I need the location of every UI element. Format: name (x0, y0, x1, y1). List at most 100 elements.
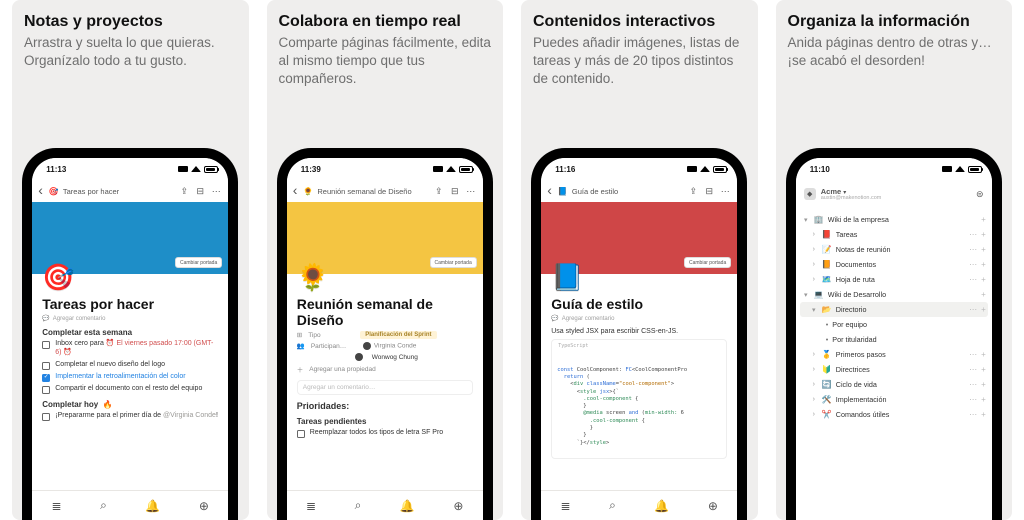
property-row-type[interactable]: ⊞Tipo Planificación del Sprint (297, 331, 473, 339)
more-icon[interactable]: ⋯ (719, 185, 731, 197)
tree-item[interactable]: › 🗺️ Hoja de ruta ⋯+ (800, 272, 988, 287)
todo-item[interactable]: Completar el nuevo diseño del logo (42, 361, 218, 370)
checkbox[interactable] (42, 386, 50, 394)
checkbox[interactable] (42, 413, 50, 421)
add-icon[interactable]: + (981, 350, 986, 359)
add-icon[interactable]: + (981, 245, 986, 254)
breadcrumb-title[interactable]: Guía de estilo (572, 187, 683, 196)
title-bar[interactable]: 🎯 Tareas por hacer ⇪ ⊟ ⋯ (32, 180, 228, 202)
add-comment-link[interactable]: 💬 Agregar comentario (551, 315, 727, 322)
more-icon[interactable]: ⋯ (969, 410, 977, 419)
add-icon[interactable]: + (981, 230, 986, 239)
add-comment-link[interactable]: 💬 Agregar comentario (42, 315, 218, 322)
comments-icon[interactable]: ⊟ (449, 185, 461, 197)
home-icon[interactable]: ≣ (52, 499, 62, 513)
checkbox[interactable] (42, 341, 50, 349)
home-icon[interactable]: ≣ (306, 499, 316, 513)
todo-item[interactable]: Implementar la retroalimentación del col… (42, 373, 218, 382)
more-icon[interactable]: ⋯ (969, 350, 977, 359)
code-block[interactable]: TypeScript const CoolComponent: FC<CoolC… (551, 339, 727, 459)
chevron-down-icon[interactable]: ▾ (810, 306, 818, 314)
breadcrumb-title[interactable]: Reunión semanal de Diseño (317, 187, 428, 196)
todo-item[interactable]: Compartir el documento con el resto del … (42, 385, 218, 394)
search-icon[interactable]: ⌕ (355, 498, 362, 513)
add-property-link[interactable]: ＋Agregar una propiedad (297, 364, 473, 374)
chevron-right-icon[interactable]: › (810, 276, 818, 283)
more-icon[interactable]: ⋯ (210, 185, 222, 197)
home-icon[interactable]: ≣ (561, 499, 571, 513)
change-cover-button[interactable]: Cambiar portada (684, 257, 731, 268)
add-icon[interactable]: + (981, 260, 986, 269)
tree-group[interactable]: ▾ 🏢 Wiki de la empresa + (800, 212, 988, 227)
more-icon[interactable]: ⋯ (969, 305, 977, 314)
more-icon[interactable]: ⋯ (969, 230, 977, 239)
tree-item[interactable]: › ✂️ Comandos útiles ⋯+ (800, 407, 988, 422)
share-icon[interactable]: ⇪ (178, 185, 190, 197)
participant-row[interactable]: Wonwog Chung (297, 353, 473, 361)
type-chip[interactable]: Planificación del Sprint (360, 331, 436, 339)
chevron-right-icon[interactable]: › (810, 411, 818, 418)
add-icon[interactable]: + (981, 290, 986, 299)
todo-item[interactable]: Reemplazar todos los tipos de letra SF P… (297, 429, 473, 438)
add-icon[interactable]: + (981, 410, 986, 419)
chevron-right-icon[interactable]: › (810, 261, 818, 268)
add-icon[interactable]: + (981, 275, 986, 284)
title-bar[interactable]: 🌻 Reunión semanal de Diseño ⇪ ⊟ ⋯ (287, 180, 483, 202)
checkbox[interactable] (297, 430, 305, 438)
checkbox[interactable] (42, 362, 50, 370)
breadcrumb-title[interactable]: Tareas por hacer (63, 187, 174, 196)
tree-subitem[interactable]: Por equipo (800, 317, 988, 332)
chevron-right-icon[interactable]: › (810, 396, 818, 403)
tree-group[interactable]: ▾ 💻 Wiki de Desarrollo + (800, 287, 988, 302)
more-icon[interactable]: ⋯ (969, 365, 977, 374)
chevron-down-icon[interactable]: ▾ (802, 291, 810, 299)
chevron-right-icon[interactable]: › (810, 351, 818, 358)
share-icon[interactable]: ⇪ (687, 185, 699, 197)
chevron-down-icon[interactable]: ▾ (802, 216, 810, 224)
notifications-icon[interactable]: 🔔 (145, 499, 160, 513)
page-emoji-icon[interactable]: 🌻 (297, 264, 329, 290)
chevron-right-icon[interactable]: › (810, 366, 818, 373)
search-icon[interactable]: ⌕ (100, 498, 107, 513)
more-icon[interactable]: ⋯ (969, 245, 977, 254)
tree-item[interactable]: › 🔄 Ciclo de vida ⋯+ (800, 377, 988, 392)
more-icon[interactable]: ⋯ (969, 275, 977, 284)
change-cover-button[interactable]: Cambiar portada (175, 257, 222, 268)
checkbox-checked[interactable] (42, 374, 50, 382)
tree-item-selected[interactable]: ▾ 📂 Directorio ⋯+ (800, 302, 988, 317)
notifications-icon[interactable]: 🔔 (654, 499, 669, 513)
chevron-right-icon[interactable]: › (810, 381, 818, 388)
new-page-icon[interactable]: ⊕ (453, 499, 463, 513)
add-icon[interactable]: + (981, 395, 986, 404)
cover-banner[interactable]: Cambiar portada 📘 (541, 202, 737, 274)
chevron-right-icon[interactable]: › (810, 231, 818, 238)
comment-input[interactable]: Agregar un comentario… (297, 380, 473, 395)
title-bar[interactable]: 📘 Guía de estilo ⇪ ⊟ ⋯ (541, 180, 737, 202)
tree-item[interactable]: › 📙 Documentos ⋯+ (800, 257, 988, 272)
tree-subitem[interactable]: Por titularidad (800, 332, 988, 347)
add-icon[interactable]: + (981, 305, 986, 314)
property-row-participants[interactable]: 👥Participan… Virginia Conde (297, 342, 473, 350)
new-page-icon[interactable]: ⊕ (708, 499, 718, 513)
tree-item[interactable]: › 📝 Notas de reunión ⋯+ (800, 242, 988, 257)
todo-item[interactable]: ¡Prepararme para el primer día de @Virgi… (42, 412, 218, 421)
comments-icon[interactable]: ⊟ (703, 185, 715, 197)
new-page-icon[interactable]: ⊕ (199, 499, 209, 513)
page-emoji-icon[interactable]: 📘 (551, 264, 583, 290)
more-icon[interactable]: ⋯ (969, 260, 977, 269)
chevron-right-icon[interactable]: › (810, 246, 818, 253)
add-icon[interactable]: + (981, 215, 986, 224)
add-icon[interactable]: + (981, 380, 986, 389)
cover-banner[interactable]: Cambiar portada 🎯 (32, 202, 228, 274)
tree-item[interactable]: › 🛠️ Implementación ⋯+ (800, 392, 988, 407)
workspace-menu-icon[interactable]: ⊜ (974, 188, 986, 200)
more-icon[interactable]: ⋯ (969, 380, 977, 389)
page-emoji-icon[interactable]: 🎯 (42, 264, 74, 290)
notifications-icon[interactable]: 🔔 (400, 499, 415, 513)
tree-item[interactable]: › 🔰 Directrices ⋯+ (800, 362, 988, 377)
share-icon[interactable]: ⇪ (433, 185, 445, 197)
todo-item[interactable]: Inbox cero para ⏰ El viernes pasado 17:0… (42, 340, 218, 358)
tree-item[interactable]: › 📕 Tareas ⋯+ (800, 227, 988, 242)
change-cover-button[interactable]: Cambiar portada (430, 257, 477, 268)
cover-banner[interactable]: Cambiar portada 🌻 (287, 202, 483, 274)
